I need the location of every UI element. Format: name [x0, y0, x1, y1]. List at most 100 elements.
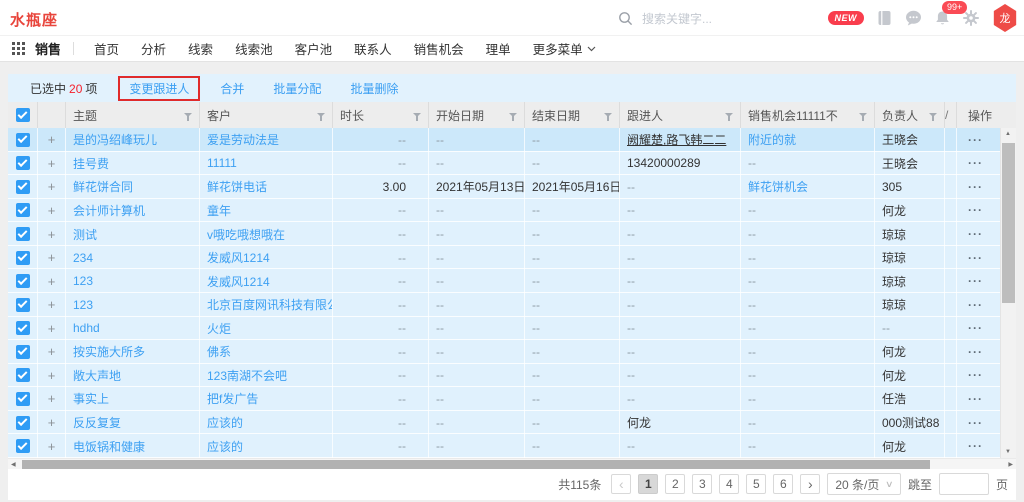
expand-row-button[interactable]	[48, 203, 56, 218]
filter-icon[interactable]	[859, 113, 867, 117]
subject-link[interactable]: 会计师计算机	[73, 202, 145, 219]
bulk-assign-button[interactable]: 批量分配	[273, 80, 321, 97]
filter-icon[interactable]	[929, 113, 937, 117]
nav-item-lead-pool[interactable]: 线索池	[224, 39, 284, 58]
apps-grid-icon[interactable]	[12, 42, 25, 55]
opportunity-link[interactable]: --	[748, 392, 756, 406]
filter-icon[interactable]	[184, 113, 192, 117]
row-checkbox[interactable]	[16, 321, 30, 335]
horizontal-scrollbar[interactable]	[8, 458, 1016, 469]
expand-row-button[interactable]	[48, 227, 56, 242]
row-checkbox[interactable]	[16, 439, 30, 453]
app-logo[interactable]: 水瓶座	[10, 9, 58, 30]
filter-icon[interactable]	[604, 113, 612, 117]
subject-link[interactable]: 123	[73, 298, 93, 312]
opportunity-link[interactable]: --	[748, 439, 756, 453]
customer-link[interactable]: 爱是劳动法是	[207, 131, 279, 148]
opportunity-link[interactable]: --	[748, 416, 756, 430]
opportunity-link[interactable]: --	[748, 156, 756, 170]
customer-link[interactable]: 发威风1214	[207, 249, 270, 266]
subject-link[interactable]: hdhd	[73, 321, 100, 335]
prev-page-button[interactable]	[611, 474, 631, 494]
page-button-3[interactable]: 3	[692, 474, 712, 494]
nav-item-analysis[interactable]: 分析	[130, 39, 177, 58]
opportunity-link[interactable]: --	[748, 345, 756, 359]
opportunity-link[interactable]: --	[748, 298, 756, 312]
row-actions-menu[interactable]	[968, 203, 983, 217]
subject-link[interactable]: 按实施大所多	[73, 343, 145, 360]
subject-link[interactable]: 是的冯绍峰玩儿	[73, 131, 157, 148]
opportunity-link[interactable]: --	[748, 203, 756, 217]
subject-link[interactable]: 反反复复	[73, 414, 121, 431]
row-actions-menu[interactable]	[968, 274, 983, 288]
expand-row-button[interactable]	[48, 274, 56, 289]
filter-icon[interactable]	[413, 113, 421, 117]
nav-item-orders[interactable]: 理单	[475, 39, 522, 58]
row-checkbox[interactable]	[16, 203, 30, 217]
row-actions-menu[interactable]	[968, 227, 983, 241]
subject-link[interactable]: 电饭锅和健康	[73, 438, 145, 455]
row-checkbox[interactable]	[16, 133, 30, 147]
row-actions-menu[interactable]	[968, 416, 983, 430]
messages-icon[interactable]	[905, 10, 922, 26]
nav-module-label[interactable]: 销售	[35, 39, 61, 58]
expand-row-button[interactable]	[48, 297, 56, 312]
merge-button[interactable]: 合并	[220, 80, 244, 97]
nav-item-leads[interactable]: 线索	[177, 39, 224, 58]
customer-link[interactable]: 11111	[207, 156, 237, 170]
expand-row-button[interactable]	[48, 132, 56, 147]
customer-link[interactable]: 鲜花饼电话	[207, 178, 267, 195]
subject-link[interactable]: 敞大声地	[73, 367, 121, 384]
filter-icon[interactable]	[317, 113, 325, 117]
row-actions-menu[interactable]	[968, 133, 983, 147]
page-button-5[interactable]: 5	[746, 474, 766, 494]
user-avatar[interactable]: 龙	[992, 4, 1018, 32]
expand-row-button[interactable]	[48, 156, 56, 171]
vertical-scrollbar-thumb[interactable]	[1002, 143, 1015, 303]
subject-link[interactable]: 鲜花饼合同	[73, 178, 133, 195]
subject-link[interactable]: 事实上	[73, 390, 109, 407]
customer-link[interactable]: 123南湖不会吧	[207, 367, 287, 384]
opportunity-link[interactable]: 附近的就	[748, 131, 796, 148]
expand-row-button[interactable]	[48, 415, 56, 430]
notebook-icon[interactable]	[877, 10, 892, 26]
row-checkbox[interactable]	[16, 227, 30, 241]
row-actions-menu[interactable]	[968, 345, 983, 359]
jump-page-input[interactable]	[939, 473, 989, 495]
nav-item-opportunities[interactable]: 销售机会	[403, 39, 475, 58]
page-button-2[interactable]: 2	[665, 474, 685, 494]
opportunity-link[interactable]: --	[748, 227, 756, 241]
row-checkbox[interactable]	[16, 392, 30, 406]
filter-icon[interactable]	[509, 113, 517, 117]
change-follower-button[interactable]: 变更跟进人	[129, 82, 189, 96]
page-button-6[interactable]: 6	[773, 474, 793, 494]
row-checkbox[interactable]	[16, 368, 30, 382]
settings-gear-icon[interactable]	[963, 10, 979, 26]
expand-row-button[interactable]	[48, 321, 56, 336]
expand-row-button[interactable]	[48, 250, 56, 265]
global-search-input[interactable]: 搜索关键字...	[618, 0, 712, 36]
vertical-scrollbar[interactable]	[1000, 128, 1016, 458]
row-actions-menu[interactable]	[968, 156, 983, 170]
subject-link[interactable]: 123	[73, 274, 93, 288]
row-actions-menu[interactable]	[968, 392, 983, 406]
expand-row-button[interactable]	[48, 391, 56, 406]
row-actions-menu[interactable]	[968, 251, 983, 265]
customer-link[interactable]: 应该的	[207, 438, 243, 455]
expand-row-button[interactable]	[48, 179, 56, 194]
customer-link[interactable]: v哦吃哦想哦在	[207, 226, 285, 243]
row-checkbox[interactable]	[16, 298, 30, 312]
customer-link[interactable]: 童年	[207, 202, 231, 219]
page-size-select[interactable]: 20 条/页 ∨	[827, 473, 901, 495]
row-actions-menu[interactable]	[968, 180, 983, 194]
opportunity-link[interactable]: --	[748, 251, 756, 265]
bulk-delete-button[interactable]: 批量删除	[350, 80, 398, 97]
row-checkbox[interactable]	[16, 156, 30, 170]
filter-icon[interactable]	[725, 113, 733, 117]
page-button-1[interactable]: 1	[638, 474, 658, 494]
customer-link[interactable]: 发威风1214	[207, 273, 270, 290]
nav-item-contacts[interactable]: 联系人	[343, 39, 403, 58]
expand-row-button[interactable]	[48, 439, 56, 454]
expand-row-button[interactable]	[48, 368, 56, 383]
row-checkbox[interactable]	[16, 180, 30, 194]
